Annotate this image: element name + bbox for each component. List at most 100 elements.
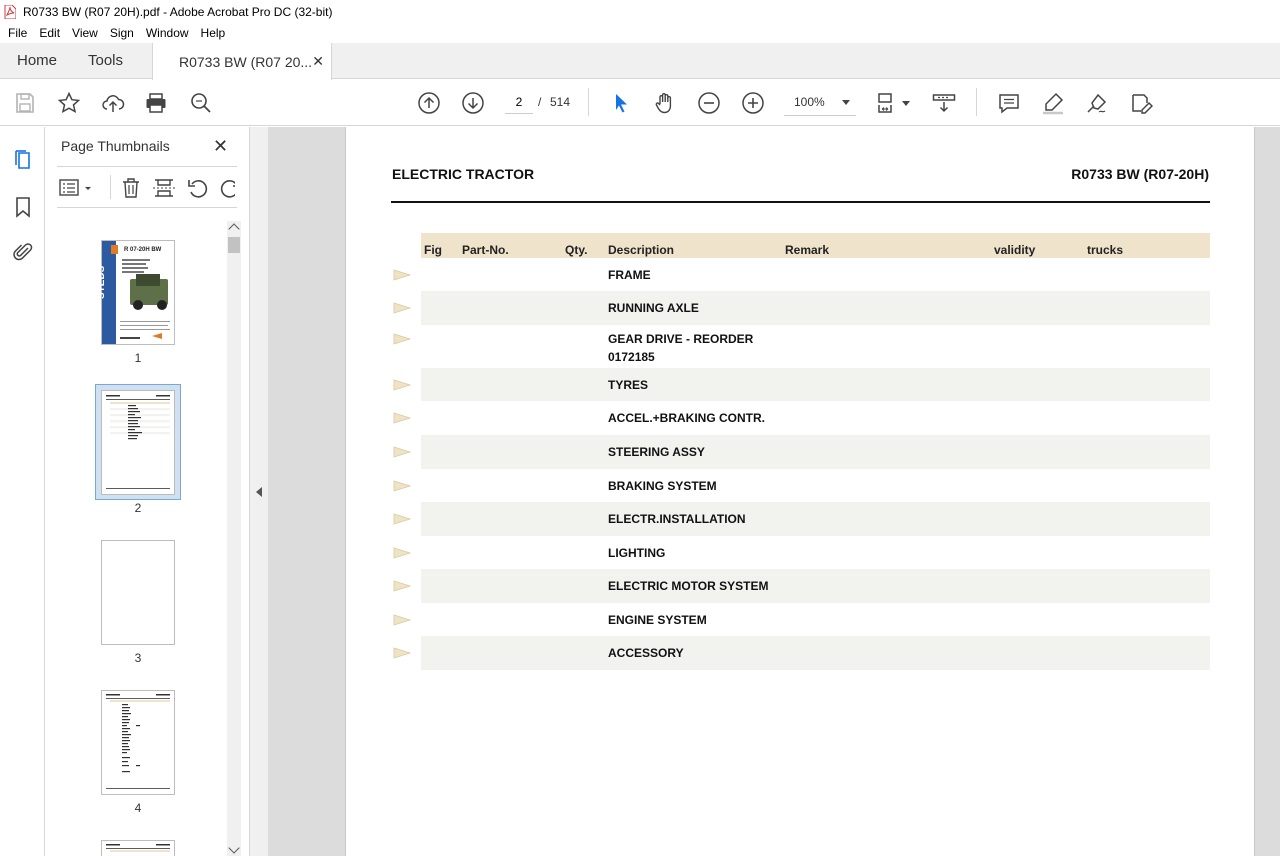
parts-table-header: Fig Part-No. Qty. Description Remark val… [421, 233, 1210, 258]
draw-sign-icon[interactable] [1085, 91, 1109, 115]
menu-view[interactable]: View [66, 26, 104, 40]
expand-arrow-icon[interactable] [393, 480, 411, 492]
hand-tool-icon[interactable] [653, 91, 677, 115]
print-icon[interactable] [144, 91, 168, 115]
search-icon[interactable] [189, 91, 213, 115]
star-icon[interactable] [57, 91, 81, 115]
page-number-input[interactable] [505, 90, 533, 114]
rotate-clockwise-icon[interactable] [219, 177, 235, 199]
column-fig: Fig [424, 243, 442, 257]
scroll-up-icon[interactable] [228, 223, 240, 235]
expand-arrow-icon[interactable] [393, 333, 411, 345]
zoom-in-icon[interactable] [741, 91, 765, 115]
close-tab-icon[interactable]: ✕ [312, 53, 324, 70]
table-row[interactable]: STEERING ASSY [393, 435, 1210, 469]
scrollbar-thumb[interactable] [228, 237, 240, 253]
title-bar: R0733 BW (R07 20H).pdf - Adobe Acrobat P… [0, 0, 1280, 23]
page-total: 514 [550, 95, 571, 109]
document-scrollbar[interactable] [1256, 127, 1280, 856]
table-row[interactable]: ACCESSORY [393, 636, 1210, 670]
tab-bar: Home Tools R0733 BW (R07 20... ✕ [0, 43, 1280, 80]
table-row[interactable]: ACCEL.+BRAKING CONTR. [393, 401, 1210, 435]
panel-splitter[interactable] [249, 127, 268, 856]
thumbnail-options-icon[interactable] [59, 177, 91, 199]
tab-document[interactable]: R0733 BW (R07 20... ✕ [152, 43, 332, 80]
table-row[interactable]: ELECTRIC MOTOR SYSTEM [393, 569, 1210, 603]
menu-sign[interactable]: Sign [104, 26, 140, 40]
menu-file[interactable]: File [2, 26, 33, 40]
row-description-line: RUNNING AXLE [608, 301, 699, 315]
expand-arrow-icon[interactable] [393, 647, 411, 659]
expand-arrow-icon[interactable] [393, 547, 411, 559]
thumbnail-page-2[interactable] [101, 390, 175, 495]
expand-arrow-icon[interactable] [393, 412, 411, 424]
thumbnail-page-5[interactable] [101, 840, 175, 856]
expand-arrow-icon[interactable] [393, 614, 411, 626]
expand-arrow-icon[interactable] [393, 269, 411, 281]
table-row[interactable]: ELECTR.INSTALLATION [393, 502, 1210, 536]
expand-arrow-icon[interactable] [393, 446, 411, 458]
scroll-down-icon[interactable] [228, 842, 240, 854]
row-description: GEAR DRIVE - REORDER 0172185 [608, 330, 753, 366]
row-description-line: ELECTRIC MOTOR SYSTEM [608, 579, 769, 593]
more-tools-icon[interactable] [1129, 91, 1154, 115]
toolbar-divider [976, 88, 977, 116]
row-description-line: 0172185 [608, 350, 655, 364]
zoom-select[interactable]: 100% [784, 90, 856, 116]
thumbnail-page-1[interactable]: R 07-20H BW STEDS [96, 240, 175, 345]
chevron-down-icon [842, 100, 850, 105]
row-description: STEERING ASSY [608, 443, 705, 461]
thumbnail-scrollbar[interactable] [227, 221, 241, 856]
menu-help[interactable]: Help [195, 26, 232, 40]
thumbnail-panel: Page Thumbnails ✕ R 07-20H BW STEDS 1 2 … [45, 127, 249, 856]
panel-tool-divider [110, 175, 111, 199]
rotate-counterclockwise-icon[interactable] [187, 177, 209, 199]
parts-table: Fig Part-No. Qty. Description Remark val… [393, 233, 1210, 670]
column-part-no: Part-No. [462, 243, 509, 257]
thumbnail-page-3[interactable] [101, 540, 175, 645]
zoom-out-icon[interactable] [697, 91, 721, 115]
highlight-pen-icon[interactable] [1041, 91, 1065, 115]
close-panel-icon[interactable]: ✕ [213, 136, 228, 157]
menu-window[interactable]: Window [140, 26, 195, 40]
expand-arrow-icon[interactable] [393, 513, 411, 525]
comment-icon[interactable] [997, 91, 1021, 115]
document-viewport[interactable]: ELECTRIC TRACTOR R0733 BW (R07-20H) Fig … [268, 127, 1280, 856]
bookmark-icon[interactable] [11, 195, 35, 219]
expand-arrow-icon[interactable] [393, 379, 411, 391]
table-row[interactable]: BRAKING SYSTEM [393, 469, 1210, 502]
table-row[interactable]: FRAME [393, 258, 1210, 291]
page-fit-dropdown-icon[interactable] [902, 101, 910, 106]
table-row[interactable]: TYRES [393, 368, 1210, 401]
save-icon[interactable] [13, 91, 37, 115]
menu-edit[interactable]: Edit [33, 26, 66, 40]
row-description-line: FRAME [608, 268, 651, 282]
tab-tools[interactable]: Tools [88, 43, 123, 79]
thumbnail-page-4[interactable] [101, 690, 175, 795]
select-cursor-icon[interactable] [609, 91, 633, 115]
page-fit-icon[interactable] [876, 91, 900, 115]
attachment-icon[interactable] [11, 240, 35, 264]
table-row[interactable]: RUNNING AXLE [393, 291, 1210, 325]
column-remark: Remark [785, 243, 830, 257]
page-separator: / [538, 95, 542, 109]
upload-cloud-icon[interactable] [101, 91, 125, 115]
column-validity: validity [994, 243, 1036, 257]
next-page-icon[interactable] [461, 91, 485, 115]
tab-home[interactable]: Home [17, 43, 57, 79]
row-description: ENGINE SYSTEM [608, 611, 707, 629]
extract-page-icon[interactable] [153, 177, 175, 199]
expand-arrow-icon[interactable] [393, 580, 411, 592]
table-row[interactable]: GEAR DRIVE - REORDER 0172185 [393, 325, 1210, 368]
cover-thumbnail-heading: R 07-20H BW [124, 247, 162, 253]
scroll-mode-icon[interactable] [932, 91, 956, 115]
delete-page-icon[interactable] [120, 177, 142, 199]
table-row[interactable]: ENGINE SYSTEM [393, 603, 1210, 636]
expand-arrow-icon[interactable] [393, 302, 411, 314]
table-row[interactable]: LIGHTING [393, 536, 1210, 569]
row-description: ACCEL.+BRAKING CONTR. [608, 409, 765, 427]
row-description-line: ACCEL.+BRAKING CONTR. [608, 411, 766, 425]
previous-page-icon[interactable] [417, 91, 441, 115]
collapse-panel-icon[interactable] [256, 487, 262, 497]
page-thumbnails-icon[interactable] [11, 148, 35, 172]
